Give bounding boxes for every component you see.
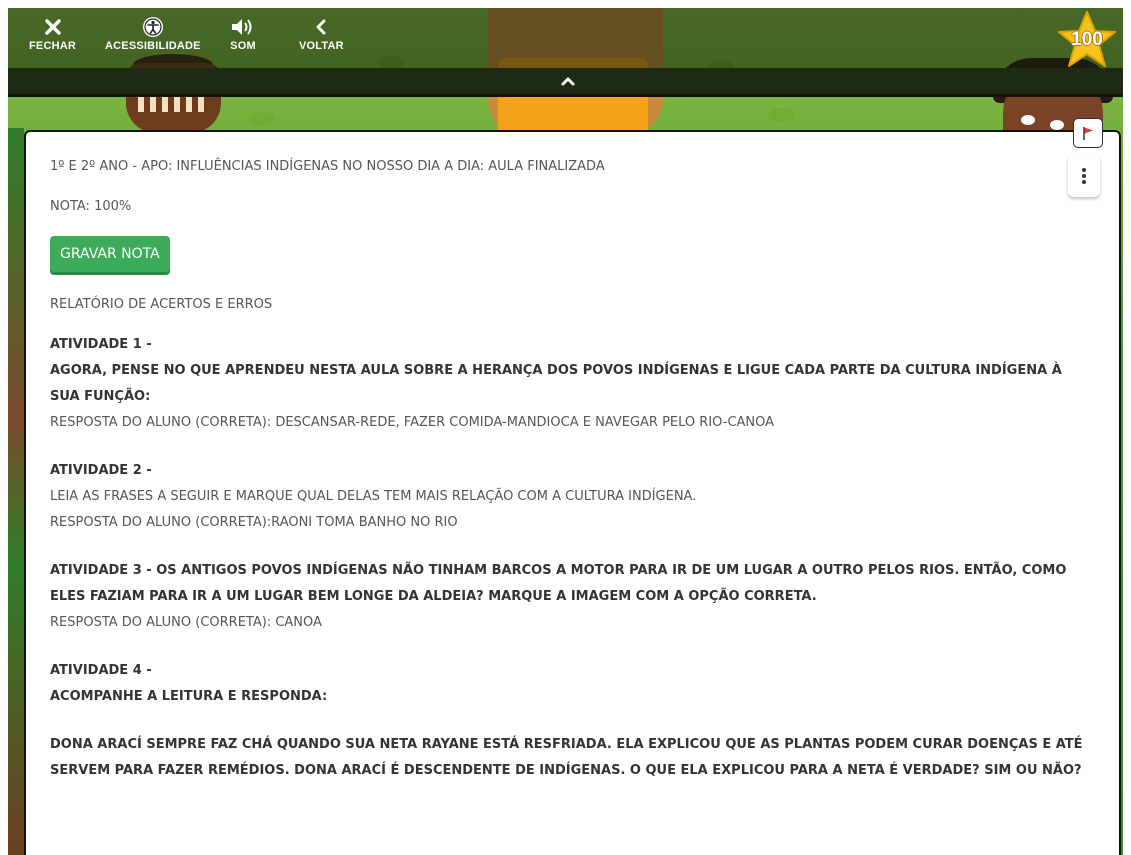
activity-1-question: AGORA, PENSE NO QUE APRENDEU NESTA AULA … — [50, 363, 1062, 404]
close-label: FECHAR — [29, 40, 77, 52]
accessibility-button[interactable]: ACESSIBILIDADE — [105, 14, 201, 52]
score-value: 100 — [1071, 29, 1103, 50]
leaf-decoration — [768, 108, 794, 122]
more-vertical-icon — [1082, 168, 1086, 184]
report-panel: 1º E 2º ANO - APO: INFLUÊNCIAS INDÍGENAS… — [24, 130, 1121, 855]
activity-2-question: LEIA AS FRASES A SEGUIR E MARQUE QUAL DE… — [50, 489, 697, 504]
more-options-button[interactable] — [1068, 155, 1100, 197]
accessibility-icon — [142, 14, 164, 40]
activity-3-heading: ATIVIDADE 3 - OS ANTIGOS POVOS INDÍGENAS… — [50, 563, 1067, 604]
report-section-title: RELATÓRIO DE ACERTOS E ERROS — [50, 297, 273, 312]
grade-text: NOTA: 100% — [50, 199, 132, 214]
character-eye-decoration — [1021, 115, 1035, 125]
activity-2-answer: RESPOSTA DO ALUNO (CORRETA):RAONI TOMA B… — [50, 515, 458, 530]
flag-icon — [1083, 127, 1093, 140]
game-stage: FECHAR ACESSIBILIDADE SOM VOLTAR 100 1º … — [8, 8, 1123, 855]
close-icon — [44, 14, 62, 40]
save-grade-button[interactable]: GRAVAR NOTA — [50, 236, 170, 272]
report-flag-button[interactable] — [1073, 118, 1103, 148]
left-scenery-decoration — [8, 128, 24, 855]
close-button[interactable]: FECHAR — [29, 14, 76, 52]
character-eye-decoration — [1050, 120, 1064, 130]
activity-4-text: DONA ARACÍ SEMPRE FAZ CHÁ QUANDO SUA NET… — [50, 737, 1083, 778]
sound-icon — [230, 14, 256, 40]
activity-4-heading: ATIVIDADE 4 - — [50, 663, 152, 678]
accessibility-label: ACESSIBILIDADE — [105, 40, 201, 52]
chevron-up-icon — [561, 77, 575, 86]
report-content: 1º E 2º ANO - APO: INFLUÊNCIAS INDÍGENAS… — [50, 154, 1090, 784]
activity-4-question: ACOMPANHE A LEITURA E RESPONDA: — [50, 689, 328, 704]
sound-label: SOM — [230, 40, 256, 52]
activity-1-heading: ATIVIDADE 1 - — [50, 337, 152, 352]
activity-2-heading: ATIVIDADE 2 - — [50, 463, 152, 478]
back-button[interactable]: VOLTAR — [299, 14, 344, 52]
back-label: VOLTAR — [299, 40, 344, 52]
collapse-toolbar-button[interactable] — [556, 70, 580, 92]
lesson-title: 1º E 2º ANO - APO: INFLUÊNCIAS INDÍGENAS… — [50, 159, 605, 174]
activity-1-answer: RESPOSTA DO ALUNO (CORRETA): DESCANSAR-R… — [50, 415, 775, 430]
back-chevron-icon — [314, 14, 328, 40]
leaf-decoration — [248, 112, 274, 126]
activity-3-answer: RESPOSTA DO ALUNO (CORRETA): CANOA — [50, 615, 322, 630]
sound-button[interactable]: SOM — [230, 14, 256, 52]
